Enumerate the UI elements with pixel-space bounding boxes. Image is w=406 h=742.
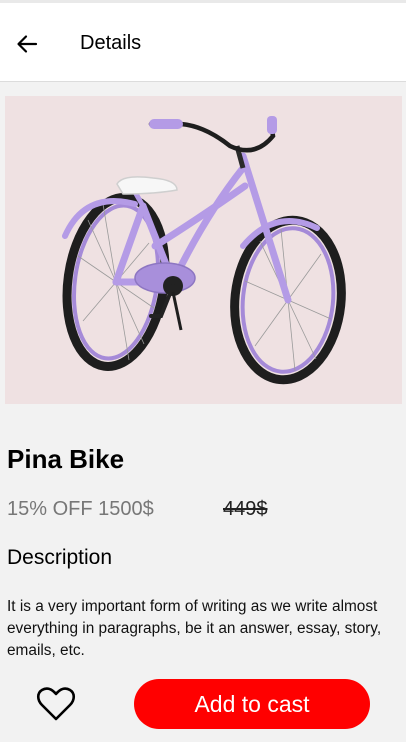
product-name: Pina Bike: [7, 444, 125, 474]
favorite-button[interactable]: [34, 684, 78, 724]
page-title: Details: [80, 32, 142, 54]
back-button[interactable]: [10, 27, 44, 61]
arrow-left-icon: [17, 35, 38, 53]
app-bar: Details: [0, 3, 406, 82]
discount-price: 15% OFF 1500$: [7, 498, 154, 520]
bicycle-illustration: [62, 116, 346, 385]
add-to-cart-button[interactable]: Add to cast: [134, 679, 370, 729]
description-heading: Description: [7, 546, 113, 569]
old-price: 449$: [223, 498, 268, 520]
heart-outline-icon: [36, 687, 76, 721]
price-row: 15% OFF 1500$ 449$: [7, 498, 397, 524]
description-text: It is a very important form of writing a…: [7, 598, 382, 659]
product-image: [5, 96, 402, 404]
